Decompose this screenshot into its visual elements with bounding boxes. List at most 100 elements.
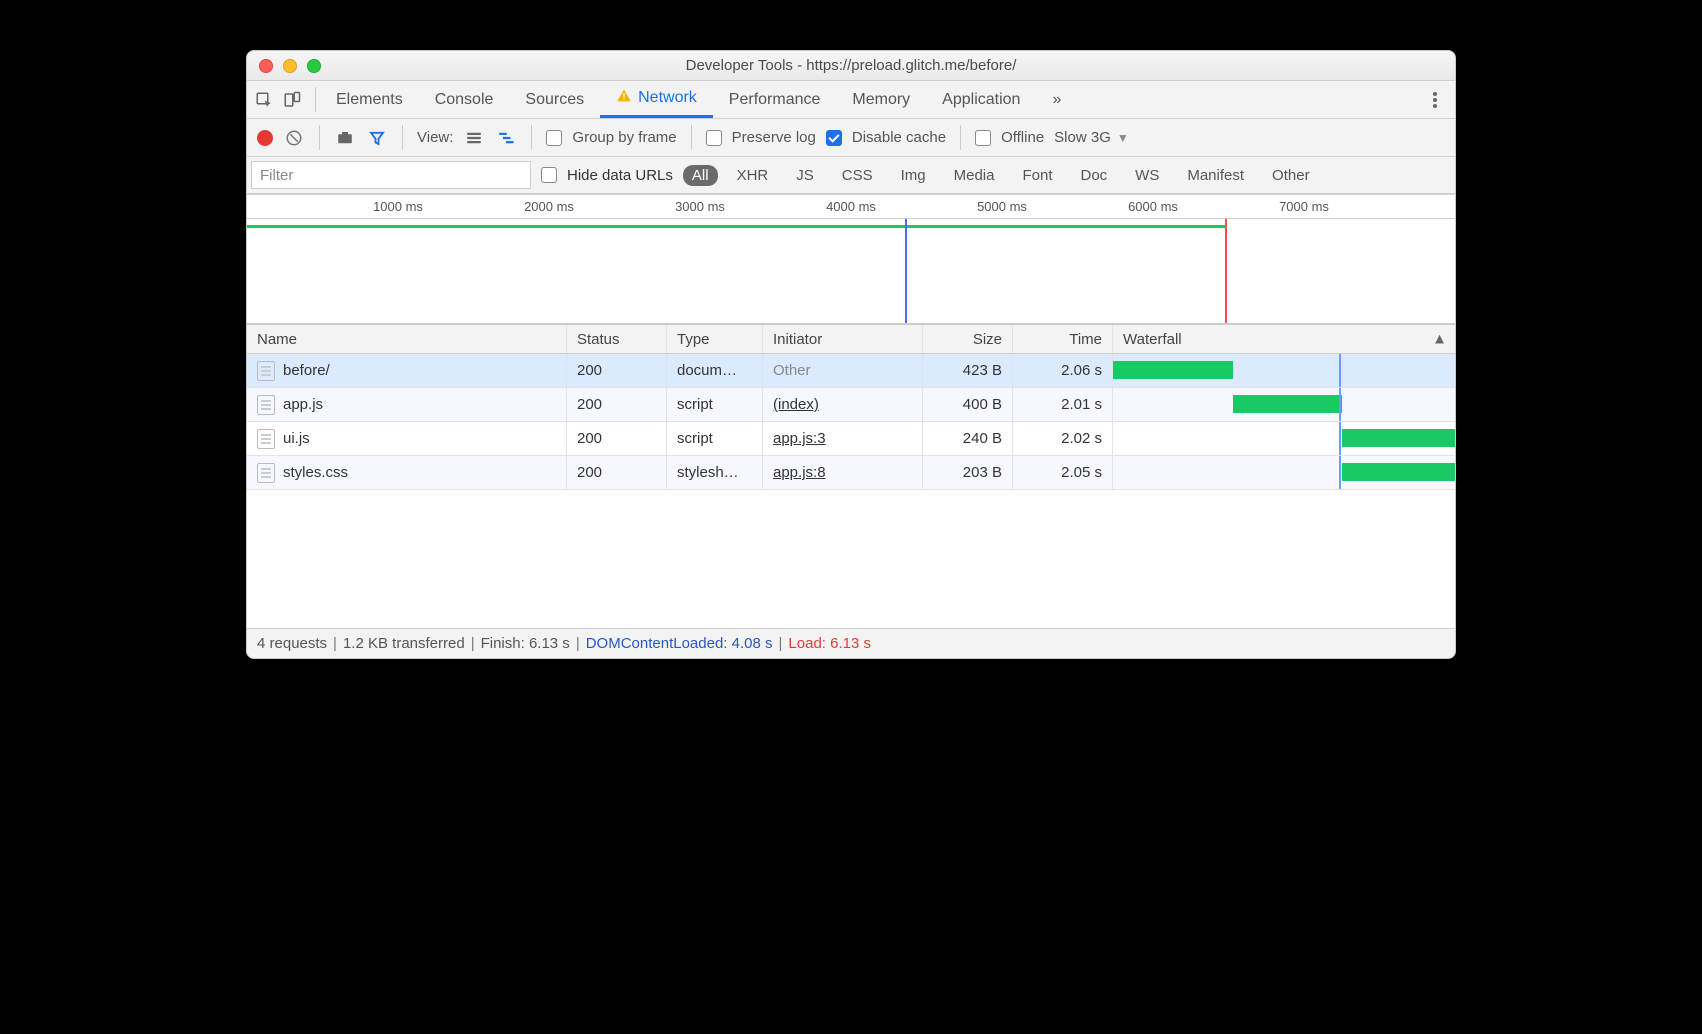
col-initiator[interactable]: Initiator bbox=[763, 325, 923, 353]
divider bbox=[319, 125, 320, 150]
cell-type: docum… bbox=[667, 354, 763, 387]
waterfall-bar bbox=[1342, 463, 1455, 481]
window-title: Developer Tools - https://preload.glitch… bbox=[247, 57, 1455, 74]
col-name[interactable]: Name bbox=[247, 325, 567, 353]
cell-status: 200 bbox=[567, 354, 667, 387]
sort-indicator-icon: ▲ bbox=[1432, 331, 1447, 348]
file-icon bbox=[257, 395, 275, 415]
tab-performance[interactable]: Performance bbox=[713, 81, 837, 118]
zoom-window-button[interactable] bbox=[307, 59, 321, 73]
filter-type-doc[interactable]: Doc bbox=[1071, 165, 1116, 186]
waterfall-view-icon[interactable] bbox=[495, 127, 517, 149]
offline-label: Offline bbox=[1001, 129, 1044, 146]
divider bbox=[960, 125, 961, 150]
large-rows-icon[interactable] bbox=[463, 127, 485, 149]
tabs-left-controls bbox=[253, 81, 311, 118]
cell-size: 240 B bbox=[923, 422, 1013, 455]
close-window-button[interactable] bbox=[259, 59, 273, 73]
filter-type-img[interactable]: Img bbox=[892, 165, 935, 186]
tab-sources[interactable]: Sources bbox=[509, 81, 600, 118]
tab-memory[interactable]: Memory bbox=[836, 81, 926, 118]
cell-name: styles.css bbox=[247, 456, 567, 489]
network-toolbar: View: Group by frame Preserve log Disabl… bbox=[247, 119, 1455, 157]
waterfall-bar bbox=[1113, 361, 1233, 379]
disable-cache-label: Disable cache bbox=[852, 129, 946, 146]
col-size[interactable]: Size bbox=[923, 325, 1013, 353]
status-transferred: 1.2 KB transferred bbox=[343, 635, 465, 652]
col-status[interactable]: Status bbox=[567, 325, 667, 353]
filter-type-media[interactable]: Media bbox=[945, 165, 1004, 186]
view-label: View: bbox=[417, 129, 453, 146]
filter-bar: Filter Hide data URLs All XHR JS CSS Img… bbox=[247, 157, 1455, 194]
timeline-ruler: 1000 ms 2000 ms 3000 ms 4000 ms 5000 ms … bbox=[247, 195, 1455, 219]
table-row[interactable]: styles.css200stylesh…app.js:8203 B2.05 s bbox=[247, 456, 1455, 490]
tab-application[interactable]: Application bbox=[926, 81, 1036, 118]
status-finish: Finish: 6.13 s bbox=[481, 635, 570, 652]
filter-type-css[interactable]: CSS bbox=[833, 165, 882, 186]
filter-type-xhr[interactable]: XHR bbox=[728, 165, 778, 186]
waterfall-bar bbox=[1233, 395, 1342, 413]
traffic-lights bbox=[247, 59, 321, 73]
col-waterfall[interactable]: Waterfall▲ bbox=[1113, 325, 1455, 353]
cell-time: 2.01 s bbox=[1013, 388, 1113, 421]
group-by-frame-label: Group by frame bbox=[572, 129, 676, 146]
devtools-window: Developer Tools - https://preload.glitch… bbox=[246, 50, 1456, 659]
divider bbox=[315, 87, 316, 112]
record-button[interactable] bbox=[257, 130, 273, 146]
minimize-window-button[interactable] bbox=[283, 59, 297, 73]
preserve-log-checkbox[interactable] bbox=[706, 130, 722, 146]
cell-status: 200 bbox=[567, 388, 667, 421]
cell-type: script bbox=[667, 388, 763, 421]
filter-type-ws[interactable]: WS bbox=[1126, 165, 1168, 186]
cell-name: before/ bbox=[247, 354, 567, 387]
inspect-element-icon[interactable] bbox=[253, 89, 275, 111]
screenshot-icon[interactable] bbox=[334, 127, 356, 149]
tab-elements[interactable]: Elements bbox=[320, 81, 419, 118]
timeline-overview[interactable]: 1000 ms 2000 ms 3000 ms 4000 ms 5000 ms … bbox=[247, 194, 1455, 324]
cell-size: 203 B bbox=[923, 456, 1013, 489]
cell-status: 200 bbox=[567, 456, 667, 489]
offline-checkbox[interactable] bbox=[975, 130, 991, 146]
tab-network[interactable]: Network bbox=[600, 81, 713, 118]
cell-waterfall bbox=[1113, 456, 1455, 489]
cell-initiator[interactable]: app.js:8 bbox=[763, 456, 923, 489]
tabs-overflow[interactable]: » bbox=[1036, 81, 1077, 118]
cell-initiator[interactable]: (index) bbox=[763, 388, 923, 421]
clear-icon[interactable] bbox=[283, 127, 305, 149]
tab-console[interactable]: Console bbox=[419, 81, 510, 118]
filter-input[interactable]: Filter bbox=[251, 161, 531, 189]
filter-type-font[interactable]: Font bbox=[1013, 165, 1061, 186]
filter-icon[interactable] bbox=[366, 127, 388, 149]
cell-waterfall bbox=[1113, 354, 1455, 387]
overview-network-track bbox=[247, 225, 1225, 228]
table-row[interactable]: ui.js200scriptapp.js:3240 B2.02 s bbox=[247, 422, 1455, 456]
group-by-frame-checkbox[interactable] bbox=[546, 130, 562, 146]
table-header: Name Status Type Initiator Size Time Wat… bbox=[247, 324, 1455, 354]
cell-size: 400 B bbox=[923, 388, 1013, 421]
throttling-dropdown[interactable]: Slow 3G ▼ bbox=[1054, 129, 1129, 146]
col-type[interactable]: Type bbox=[667, 325, 763, 353]
cell-initiator: Other bbox=[763, 354, 923, 387]
status-dcl: DOMContentLoaded: 4.08 s bbox=[586, 635, 773, 652]
devtools-settings-menu[interactable] bbox=[1421, 81, 1449, 118]
filter-type-all[interactable]: All bbox=[683, 165, 718, 186]
status-bar: 4 requests | 1.2 KB transferred | Finish… bbox=[247, 628, 1455, 658]
preserve-log-label: Preserve log bbox=[732, 129, 816, 146]
disable-cache-checkbox[interactable] bbox=[826, 130, 842, 146]
waterfall-dcl-line bbox=[1339, 388, 1341, 421]
hide-data-urls-checkbox[interactable] bbox=[541, 167, 557, 183]
divider bbox=[531, 125, 532, 150]
cell-type: script bbox=[667, 422, 763, 455]
cell-status: 200 bbox=[567, 422, 667, 455]
col-time[interactable]: Time bbox=[1013, 325, 1113, 353]
table-row[interactable]: before/200docum…Other423 B2.06 s bbox=[247, 354, 1455, 388]
cell-waterfall bbox=[1113, 388, 1455, 421]
filter-type-js[interactable]: JS bbox=[787, 165, 823, 186]
table-row[interactable]: app.js200script(index)400 B2.01 s bbox=[247, 388, 1455, 422]
status-load: Load: 6.13 s bbox=[788, 635, 871, 652]
toggle-device-toolbar-icon[interactable] bbox=[281, 89, 303, 111]
throttling-value: Slow 3G bbox=[1054, 129, 1111, 146]
filter-type-other[interactable]: Other bbox=[1263, 165, 1319, 186]
cell-initiator[interactable]: app.js:3 bbox=[763, 422, 923, 455]
filter-type-manifest[interactable]: Manifest bbox=[1178, 165, 1253, 186]
